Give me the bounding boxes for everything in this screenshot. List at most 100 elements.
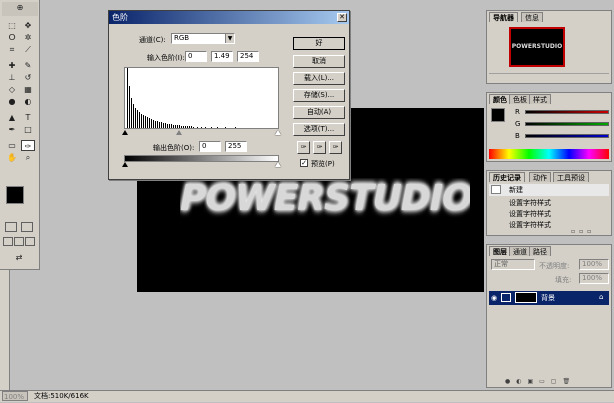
g-slider[interactable] [525, 122, 609, 126]
input-gamma-slider[interactable] [176, 130, 182, 135]
tab-actions[interactable]: 动作 [529, 172, 551, 182]
tab-history[interactable]: 历史记录 [489, 172, 525, 182]
input-black-slider[interactable] [122, 130, 128, 135]
fill-field[interactable]: 100% [579, 273, 609, 284]
ok-button[interactable]: 好 [293, 37, 345, 50]
magic-wand-icon[interactable]: ✲ [21, 32, 35, 43]
histogram-bar [161, 122, 162, 128]
history-item-label: 设置字符样式 [509, 210, 551, 218]
lasso-tool-icon[interactable]: ⵔ [5, 32, 19, 43]
histogram-bar [159, 122, 160, 128]
type-tool-icon[interactable]: T [21, 112, 35, 123]
input-gamma-field[interactable]: 1.49 [211, 51, 233, 62]
g-label: G [515, 120, 521, 128]
blur-tool-icon[interactable]: ● [5, 96, 19, 107]
history-item[interactable]: 设置字符样式 [489, 208, 609, 219]
save-button[interactable]: 存储(S)... [293, 89, 345, 102]
chevron-down-icon[interactable]: ▼ [225, 34, 234, 43]
tab-info[interactable]: 信息 [521, 12, 543, 22]
shape-tool-icon[interactable]: □ [21, 124, 35, 135]
notes-tool-icon[interactable]: ▭ [5, 140, 19, 151]
history-item[interactable]: 设置字符样式 [489, 219, 609, 228]
levels-dialog: 色阶 ✕ 通道(C): RGB ▼ 输入色阶(I): 0 1.49 254 输出… [108, 10, 350, 180]
tab-tool-presets[interactable]: 工具预设 [553, 172, 589, 182]
screen-mode-standard-icon[interactable] [3, 237, 13, 246]
history-item[interactable]: 设置字符样式 [489, 197, 609, 208]
histogram-bar [145, 116, 146, 128]
histogram-bar [147, 117, 148, 128]
white-eyedropper-icon[interactable]: ✑ [329, 141, 342, 154]
standard-mode-icon[interactable] [5, 222, 17, 232]
gradient-tool-icon[interactable]: ▦ [21, 84, 35, 95]
path-select-icon[interactable]: ▲ [5, 112, 19, 123]
crop-tool-icon[interactable]: ⌗ [5, 44, 19, 55]
tab-channels[interactable]: 通道 [509, 246, 531, 256]
eraser-tool-icon[interactable]: ◇ [5, 84, 19, 95]
zoom-level[interactable]: 100% [2, 391, 28, 401]
hand-tool-icon[interactable]: ✋ [5, 152, 19, 163]
screen-mode-full-icon[interactable] [25, 237, 35, 246]
input-white-field[interactable]: 254 [237, 51, 259, 62]
opacity-field[interactable]: 100% [579, 259, 609, 270]
dodge-tool-icon[interactable]: ◐ [21, 96, 35, 107]
input-white-slider[interactable] [275, 130, 281, 135]
histogram-bar [169, 124, 170, 128]
eyedropper-tool-icon[interactable]: ✑ [21, 140, 35, 151]
brush-tool-icon[interactable]: ✎ [21, 60, 35, 71]
histogram-bar [127, 68, 128, 128]
channel-label: 通道(C): [139, 36, 166, 44]
color-spectrum[interactable] [489, 149, 609, 159]
output-white-slider[interactable] [275, 162, 281, 167]
r-slider[interactable] [525, 110, 609, 114]
black-eyedropper-icon[interactable]: ✑ [297, 141, 310, 154]
histogram-bar [133, 104, 134, 128]
foreground-color-swatch[interactable] [6, 186, 24, 204]
tab-layers[interactable]: 图层 [489, 246, 511, 256]
histogram-bar [131, 98, 132, 128]
pen-tool-icon[interactable]: ✒ [5, 124, 19, 135]
output-white-field[interactable]: 255 [225, 141, 247, 152]
output-black-slider[interactable] [122, 162, 128, 167]
slice-tool-icon[interactable]: ⟋ [21, 44, 35, 55]
move-tool-icon[interactable]: ✥ [21, 20, 35, 31]
zoom-tool-icon[interactable]: ⌕ [21, 152, 35, 163]
b-slider[interactable] [525, 134, 609, 138]
close-icon[interactable]: ✕ [337, 13, 347, 22]
channel-value: RGB [174, 34, 190, 42]
tab-swatches[interactable]: 色板 [509, 94, 531, 104]
navigator-thumbnail[interactable]: POWERSTUDIO [509, 27, 565, 67]
layers-footer-icons[interactable]: ●◐▣▭▢🗑 [505, 378, 609, 386]
fg-color-chip[interactable] [491, 108, 505, 122]
auto-button[interactable]: 自动(A) [293, 106, 345, 119]
screen-mode-full-menu-icon[interactable] [14, 237, 24, 246]
options-button[interactable]: 选项(T)... [293, 123, 345, 136]
load-button[interactable]: 载入(L)... [293, 72, 345, 85]
jump-to-imageready-icon[interactable]: ⇄ [5, 252, 33, 262]
channel-select[interactable]: RGB ▼ [171, 33, 235, 44]
cancel-button[interactable]: 取消 [293, 55, 345, 68]
output-black-field[interactable]: 0 [199, 141, 221, 152]
layer-row[interactable]: ◉ 背景 ⌂ [489, 291, 609, 305]
tab-styles[interactable]: 样式 [529, 94, 551, 104]
tab-navigator[interactable]: 导航器 [489, 12, 518, 22]
quick-mask-icon[interactable] [21, 222, 33, 232]
blend-mode-select[interactable]: 正常 [491, 259, 535, 270]
tab-paths[interactable]: 路径 [529, 246, 551, 256]
clone-stamp-icon[interactable]: ⊥ [5, 72, 19, 83]
preview-label: 预览(P) [311, 160, 335, 168]
history-brush-icon[interactable]: ↺ [21, 72, 35, 83]
histogram-bar [157, 121, 158, 128]
healing-brush-icon[interactable]: ✚ [5, 60, 19, 71]
marquee-tool-icon[interactable]: ⬚ [5, 20, 19, 31]
history-item-label: 新建 [509, 186, 523, 194]
history-item[interactable]: 新建 [489, 184, 609, 196]
gray-eyedropper-icon[interactable]: ✑ [313, 141, 326, 154]
zoom-slider[interactable] [489, 73, 609, 81]
input-black-field[interactable]: 0 [185, 51, 207, 62]
preview-checkbox[interactable]: ✓ [300, 159, 308, 167]
history-footer-icons[interactable]: ▫▫▫ [571, 228, 607, 235]
tab-color[interactable]: 颜色 [489, 94, 511, 104]
histogram-bar [135, 108, 136, 128]
histogram-bar [187, 126, 188, 128]
eye-icon[interactable]: ◉ [491, 294, 497, 302]
